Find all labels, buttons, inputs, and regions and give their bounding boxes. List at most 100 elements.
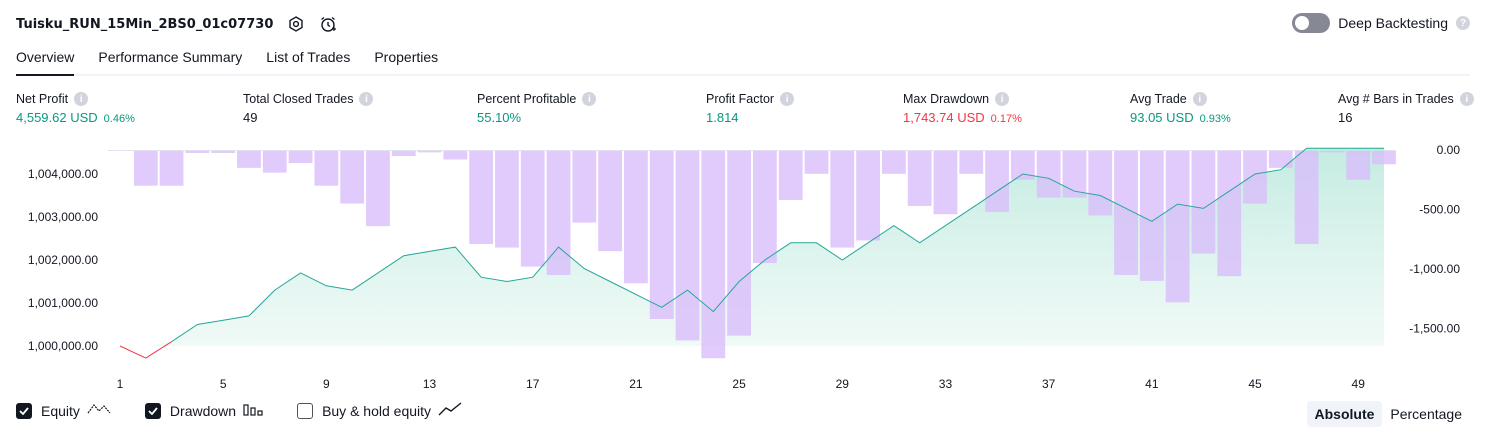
legend-equity-toggle[interactable]: Equity	[16, 402, 111, 419]
checkbox-checked-icon[interactable]	[16, 402, 32, 419]
y-right-tick-label: -500.00	[1419, 203, 1460, 217]
y-right-tick-label: 0.00	[1437, 143, 1461, 157]
metric-profit-factor: Profit Factor i 1.814	[706, 92, 795, 125]
display-mode-switch: Absolute Percentage	[1306, 401, 1471, 427]
drawdown-bar	[675, 151, 700, 341]
y-right-tick-label: -1,000.00	[1409, 262, 1460, 276]
drawdown-bar	[237, 151, 261, 168]
strategy-header: Tuisku_RUN_15Min_2BS0_01c07730	[16, 12, 337, 36]
info-icon[interactable]: i	[995, 92, 1010, 106]
tab-overview[interactable]: Overview	[16, 44, 75, 76]
drawdown-bar	[443, 151, 468, 160]
drawdown-bar	[727, 151, 751, 336]
drawdown-bars-icon	[243, 402, 263, 419]
x-tick-label: 49	[1352, 377, 1366, 391]
drawdown-bar	[340, 151, 365, 204]
settings-icon[interactable]	[287, 15, 305, 33]
drawdown-bar	[985, 151, 1009, 212]
legend-label: Buy & hold equity	[322, 402, 432, 419]
drawdown-bar	[1243, 151, 1267, 204]
equity-drawdown-chart[interactable]: 1,000,000.00 1,001,000.00 1,002,000.00 1,00…	[0, 140, 1486, 395]
drawdown-bar	[417, 151, 442, 153]
drawdown-bar	[624, 151, 648, 284]
x-tick-label: 33	[939, 377, 953, 391]
metric-avg-trade: Avg Trade i 93.05 USD 0.93%	[1130, 92, 1231, 125]
drawdown-bar	[701, 151, 726, 359]
drawdown-bar	[133, 151, 158, 186]
drawdown-bar	[262, 151, 287, 173]
metric-net-profit: Net Profit i 4,559.62 USD 0.46%	[16, 92, 135, 125]
absolute-button[interactable]: Absolute	[1306, 401, 1383, 427]
drawdown-bar	[572, 151, 597, 223]
drawdown-bar	[391, 151, 416, 156]
drawdown-bar	[520, 151, 545, 267]
checkbox-checked-icon[interactable]	[144, 402, 161, 419]
metric-label: Profit Factor	[706, 92, 775, 106]
metric-label: Net Profit	[16, 92, 69, 106]
x-tick-label: 9	[323, 377, 330, 391]
drawdown-bar	[211, 151, 236, 153]
y-left-tick-label: 1,002,000.00	[28, 253, 98, 267]
drawdown-bar	[366, 151, 390, 227]
drawdown-bar	[1294, 151, 1319, 245]
y-left-tick-label: 1,001,000.00	[28, 296, 98, 310]
drawdown-bar	[1165, 151, 1190, 303]
y-left-tick-label: 1,000,000.00	[28, 339, 98, 353]
tab-performance-summary[interactable]: Performance Summary	[98, 44, 242, 74]
drawdown-bar	[1088, 151, 1113, 216]
x-tick-label: 21	[629, 377, 643, 391]
metric-value: 49	[243, 110, 258, 125]
info-icon[interactable]: i	[359, 92, 374, 106]
x-tick-label: 25	[732, 377, 746, 391]
info-icon[interactable]: i	[1459, 92, 1474, 106]
tab-properties[interactable]: Properties	[374, 44, 438, 74]
metric-value: 1.814	[706, 110, 739, 125]
checkbox-unchecked-icon[interactable]	[297, 402, 314, 419]
y-left-tick-label: 1,004,000.00	[28, 167, 98, 181]
x-tick-label: 13	[423, 377, 437, 391]
alarm-clock-icon[interactable]	[319, 15, 337, 33]
metric-value: 16	[1338, 110, 1353, 125]
metric-percent: 0.17%	[990, 113, 1022, 125]
metric-percent: 0.46%	[103, 113, 135, 125]
percentage-button[interactable]: Percentage	[1382, 401, 1470, 427]
drawdown-bar	[1320, 151, 1345, 153]
metrics-row: Net Profit i 4,559.62 USD 0.46% Total Clos…	[0, 92, 1486, 132]
metric-percent: 0.93%	[1199, 113, 1231, 125]
info-icon[interactable]: i	[582, 92, 597, 106]
drawdown-bar	[830, 151, 855, 248]
tab-list-of-trades[interactable]: List of Trades	[266, 44, 350, 74]
deep-backtesting: Deep Backtesting ?	[1292, 13, 1470, 33]
metric-label: Total Closed Trades	[243, 92, 354, 106]
drawdown-bar	[778, 151, 803, 200]
drawdown-bar	[314, 151, 339, 186]
x-tick-label: 17	[526, 377, 540, 391]
metric-value: 93.05 USD	[1130, 110, 1194, 125]
info-icon[interactable]: i	[780, 92, 795, 106]
legend-buy-hold-toggle[interactable]: Buy & hold equity	[297, 402, 462, 419]
drawdown-bar	[959, 151, 984, 174]
metric-label: Max Drawdown	[903, 92, 990, 106]
metric-avg-bars-in-trades: Avg # Bars in Trades i 16	[1338, 92, 1474, 125]
x-tick-label: 1	[117, 377, 124, 391]
deep-backtesting-label: Deep Backtesting	[1338, 15, 1448, 31]
metric-label: Percent Profitable	[477, 92, 577, 106]
metric-value: 1,743.74 USD	[903, 110, 985, 125]
chart-legend: Equity Drawdown Buy & hold equity	[16, 402, 496, 419]
info-icon[interactable]: i	[74, 92, 89, 106]
metric-label: Avg Trade	[1130, 92, 1187, 106]
drawdown-bar	[856, 151, 880, 241]
drawdown-bar	[159, 151, 184, 186]
deep-backtesting-toggle[interactable]	[1292, 13, 1331, 33]
info-icon[interactable]: i	[1192, 92, 1207, 106]
tab-bar: Overview Performance Summary List of Tra…	[16, 44, 1470, 76]
drawdown-bar	[469, 151, 494, 245]
drawdown-bar	[881, 151, 906, 174]
drawdown-bar	[933, 151, 958, 215]
drawdown-bar	[288, 151, 313, 164]
x-tick-label: 29	[836, 377, 850, 391]
y-left-tick-label: 1,003,000.00	[28, 210, 98, 224]
help-icon[interactable]: ?	[1456, 16, 1470, 30]
drawdown-bar	[1346, 151, 1371, 180]
legend-drawdown-toggle[interactable]: Drawdown	[144, 402, 263, 419]
